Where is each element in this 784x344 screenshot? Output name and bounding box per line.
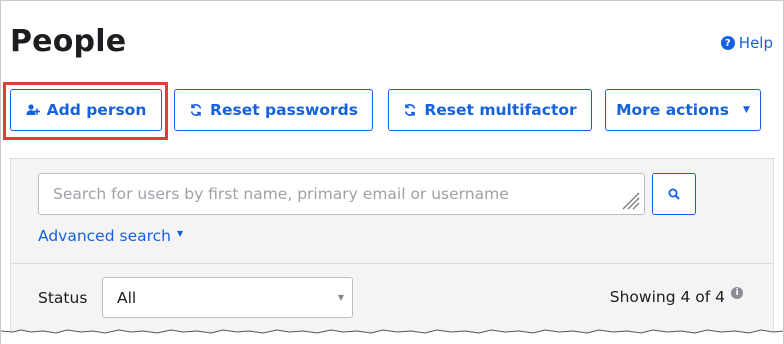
advanced-search-link[interactable]: Advanced search ▼ xyxy=(38,227,183,245)
divider xyxy=(11,263,773,264)
add-person-label: Add person xyxy=(46,101,147,119)
reset-multifactor-label: Reset multifactor xyxy=(424,101,577,119)
page-title: People xyxy=(10,24,127,59)
reset-passwords-label: Reset passwords xyxy=(210,101,358,119)
info-icon[interactable]: i xyxy=(731,287,743,299)
help-link[interactable]: ? Help xyxy=(720,34,773,52)
add-user-icon xyxy=(26,103,40,117)
resize-grip-icon[interactable] xyxy=(620,190,640,210)
caret-down-icon: ▼ xyxy=(742,105,750,115)
result-count: Showing 4 of 4 i xyxy=(609,287,743,306)
caret-down-icon: ▼ xyxy=(337,293,344,302)
search-input[interactable] xyxy=(53,185,593,203)
search-field[interactable] xyxy=(38,173,645,215)
reset-multifactor-button[interactable]: Reset multifactor xyxy=(388,89,592,131)
status-label: Status xyxy=(38,289,88,307)
status-select[interactable]: All ▼ xyxy=(102,277,353,318)
torn-edge xyxy=(1,329,783,344)
refresh-icon xyxy=(189,103,203,117)
add-person-button[interactable]: Add person xyxy=(10,89,162,131)
status-select-value: All xyxy=(117,288,137,307)
question-circle-icon: ? xyxy=(720,36,735,50)
more-actions-button[interactable]: More actions ▼ xyxy=(605,89,761,131)
search-panel: Advanced search ▼ Status All ▼ Showing 4… xyxy=(10,158,774,344)
search-icon xyxy=(668,188,680,200)
app-frame: People ? Help Add person Reset passwords xyxy=(0,0,784,344)
refresh-icon xyxy=(403,103,417,117)
advanced-search-label: Advanced search xyxy=(38,227,171,245)
result-count-text: Showing 4 of 4 xyxy=(609,288,725,306)
reset-passwords-button[interactable]: Reset passwords xyxy=(174,89,373,131)
help-label: Help xyxy=(738,34,773,52)
search-button[interactable] xyxy=(652,173,696,215)
caret-down-icon: ▼ xyxy=(176,229,184,238)
more-actions-label: More actions xyxy=(616,101,729,119)
